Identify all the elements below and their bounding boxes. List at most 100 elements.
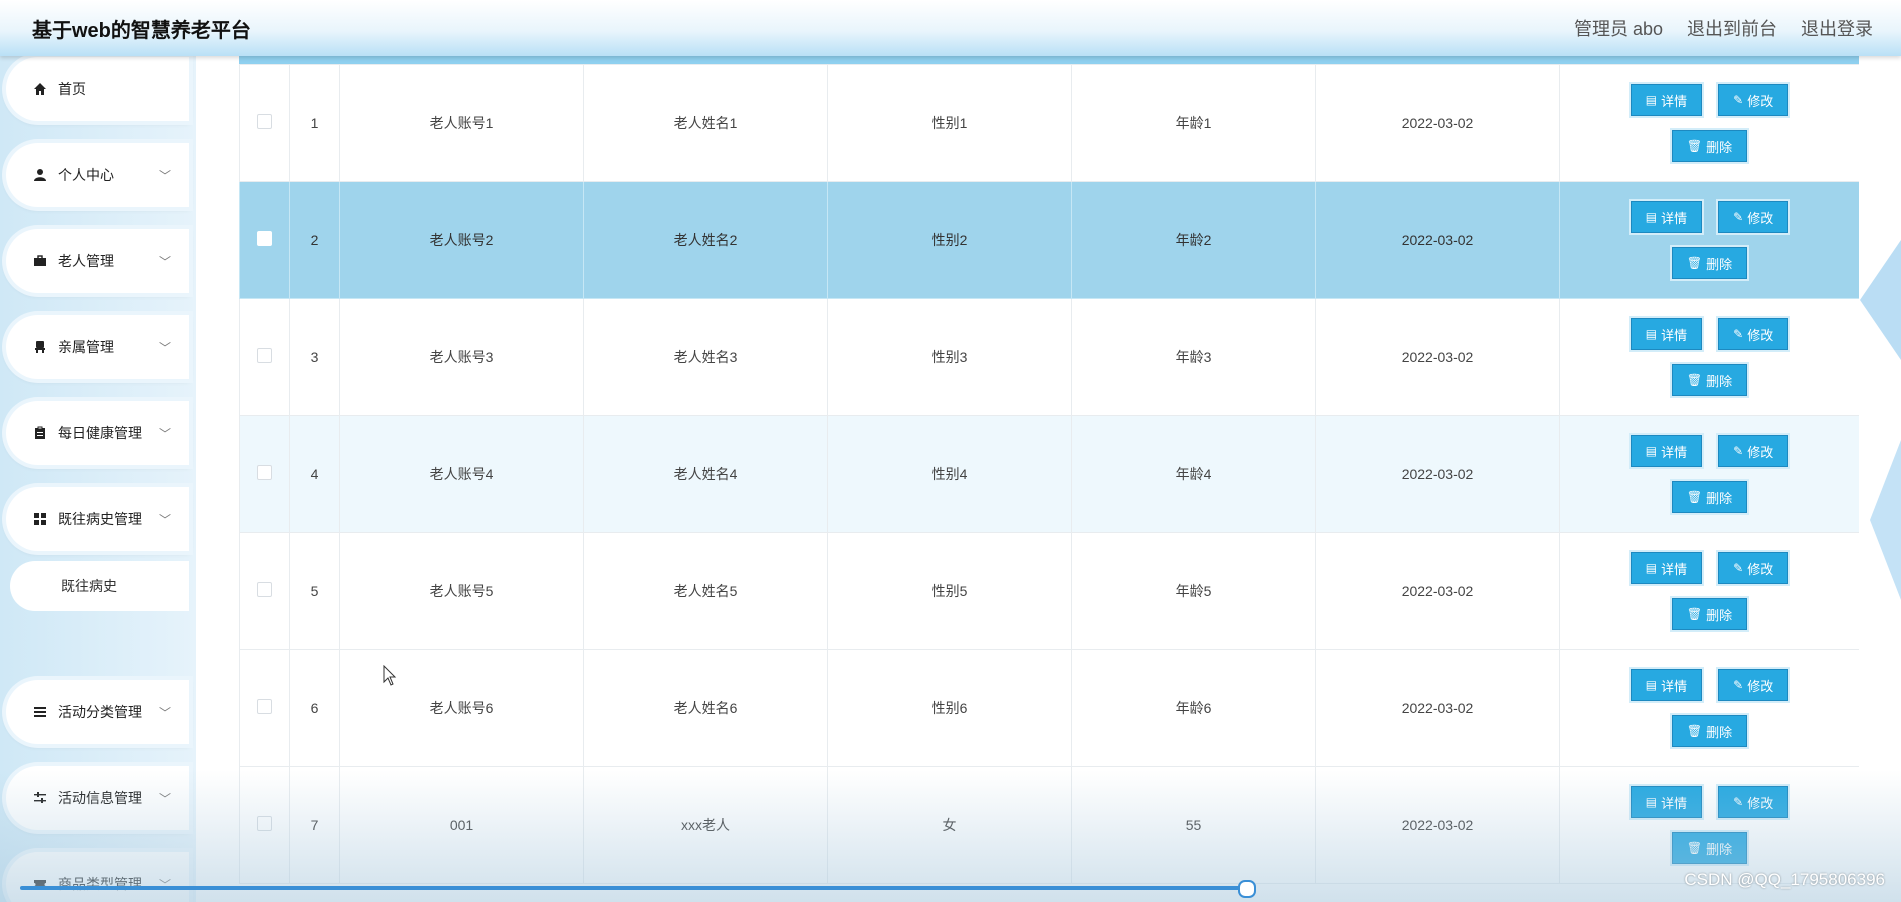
elder-account: 老人账号2 (339, 181, 584, 299)
sidebar-item-1[interactable]: 首页 (6, 57, 189, 121)
elder-gender: 性别4 (827, 415, 1072, 533)
table-row[interactable]: 6 老人账号6 老人姓名6 性别6 年龄6 2022-03-02 ▤ 详情 ✎ 修改 🗑 删除 (239, 649, 1859, 767)
elder-age: 55 (1071, 766, 1316, 884)
sidebar-subitem-medical-history[interactable]: 既往病史 (10, 561, 189, 611)
table-row[interactable]: 4 老人账号4 老人姓名4 性别4 年龄4 2022-03-02 ▤ 详情 ✎ 修改 🗑 删除 (239, 415, 1859, 533)
elder-account: 老人账号3 (339, 298, 584, 416)
row-checkbox[interactable] (257, 465, 272, 480)
edit-button[interactable]: ✎ 修改 (1718, 201, 1789, 233)
document-icon: ▤ (1645, 795, 1658, 809)
sidebar-item-4[interactable]: 亲属管理 ﹀ (6, 315, 189, 379)
edit-button[interactable]: ✎ 修改 (1718, 786, 1789, 818)
row-checkbox-cell[interactable] (239, 532, 290, 650)
delete-button[interactable]: 🗑 删除 (1671, 598, 1748, 630)
delete-button[interactable]: 🗑 删除 (1671, 130, 1748, 162)
edit-button-label: 修改 (1747, 678, 1774, 694)
edit-button-label: 修改 (1747, 93, 1774, 109)
detail-button[interactable]: ▤ 详情 (1630, 84, 1703, 116)
delete-button[interactable]: 🗑 删除 (1671, 247, 1748, 279)
detail-button[interactable]: ▤ 详情 (1630, 201, 1703, 233)
admin-user-label[interactable]: 管理员 abo (1574, 15, 1663, 41)
detail-button[interactable]: ▤ 详情 (1630, 435, 1703, 467)
clipboard-icon (32, 425, 48, 441)
video-progress-track[interactable] (20, 886, 1250, 890)
created-date: 2022-03-02 (1315, 415, 1560, 533)
row-checkbox[interactable] (257, 114, 272, 129)
sidebar-item-5[interactable]: 每日健康管理 ﹀ (6, 401, 189, 465)
row-index: 4 (289, 415, 340, 533)
created-date: 2022-03-02 (1315, 532, 1560, 650)
row-checkbox[interactable] (257, 582, 272, 597)
top-nav: 管理员 abo 退出到前台 退出登录 (1574, 15, 1873, 41)
created-date: 2022-03-02 (1315, 766, 1560, 884)
delete-button[interactable]: 🗑 删除 (1671, 364, 1748, 396)
row-checkbox-cell[interactable] (239, 298, 290, 416)
row-checkbox-cell[interactable] (239, 181, 290, 299)
chevron-down-icon: ﹀ (159, 254, 172, 269)
row-checkbox[interactable] (257, 699, 272, 714)
table-row[interactable]: 3 老人账号3 老人姓名3 性别3 年龄3 2022-03-02 ▤ 详情 ✎ 修改 🗑 删除 (239, 298, 1859, 416)
sidebar-item-label: 亲属管理 (58, 339, 114, 355)
chevron-down-icon: ﹀ (159, 426, 172, 441)
elder-gender: 性别6 (827, 649, 1072, 767)
sidebar-item-9[interactable]: 商品类型管理 ﹀ (6, 852, 189, 902)
trash-icon: 🗑 (1686, 490, 1703, 504)
video-progress-thumb[interactable] (1238, 880, 1256, 898)
back-to-front-link[interactable]: 退出到前台 (1687, 15, 1777, 41)
detail-button[interactable]: ▤ 详情 (1630, 552, 1703, 584)
table-row[interactable]: 5 老人账号5 老人姓名5 性别5 年龄5 2022-03-02 ▤ 详情 ✎ 修改 🗑 删除 (239, 532, 1859, 650)
row-checkbox[interactable] (257, 816, 272, 831)
table-row[interactable]: 2 老人账号2 老人姓名2 性别2 年龄2 2022-03-02 ▤ 详情 ✎ 修改 🗑 删除 (239, 181, 1859, 299)
delete-button-label: 删除 (1706, 841, 1733, 857)
row-checkbox-cell[interactable] (239, 766, 290, 884)
sidebar-item-label: 活动信息管理 (58, 790, 142, 806)
delete-button[interactable]: 🗑 删除 (1671, 715, 1748, 747)
chevron-down-icon: ﹀ (159, 705, 172, 720)
detail-button-label: 详情 (1661, 678, 1688, 694)
chevron-down-icon: ﹀ (159, 168, 172, 183)
row-index: 3 (289, 298, 340, 416)
edit-button[interactable]: ✎ 修改 (1718, 435, 1789, 467)
created-date: 2022-03-02 (1315, 181, 1560, 299)
edit-button[interactable]: ✎ 修改 (1718, 552, 1789, 584)
data-table-wrap: 1 老人账号1 老人姓名1 性别1 年龄1 2022-03-02 ▤ 详情 ✎ 修改 🗑 删除 2 老人账… (239, 56, 1859, 896)
elder-account: 001 (339, 766, 584, 884)
edit-button-label: 修改 (1747, 327, 1774, 343)
trash-icon: 🗑 (1686, 373, 1703, 387)
sidebar-item-8[interactable]: 活动信息管理 ﹀ (6, 766, 189, 830)
delete-button[interactable]: 🗑 删除 (1671, 832, 1748, 864)
row-checkbox-cell[interactable] (239, 64, 290, 182)
chevron-down-icon: ﹀ (159, 340, 172, 355)
grid-icon (32, 511, 48, 527)
chevron-down-icon: ﹀ (159, 512, 172, 527)
detail-button[interactable]: ▤ 详情 (1630, 318, 1703, 350)
main-content: 1 老人账号1 老人姓名1 性别1 年龄1 2022-03-02 ▤ 详情 ✎ 修改 🗑 删除 2 老人账… (196, 56, 1901, 902)
created-date: 2022-03-02 (1315, 298, 1560, 416)
pencil-icon: ✎ (1733, 795, 1744, 809)
table-row[interactable]: 7 001 xxx老人女 55 2022-03-02 ▤ 详情 ✎ 修改 🗑 删除 (239, 766, 1859, 884)
edit-button[interactable]: ✎ 修改 (1718, 669, 1789, 701)
delete-button-label: 删除 (1706, 607, 1733, 623)
detail-button[interactable]: ▤ 详情 (1630, 669, 1703, 701)
elder-account: 老人账号5 (339, 532, 584, 650)
elder-name: 老人姓名2 (583, 181, 828, 299)
elder-age: 年龄2 (1071, 181, 1316, 299)
row-checkbox[interactable] (257, 231, 272, 246)
sidebar-item-3[interactable]: 老人管理 ﹀ (6, 229, 189, 293)
list-icon (32, 704, 48, 720)
table-row[interactable]: 1 老人账号1 老人姓名1 性别1 年龄1 2022-03-02 ▤ 详情 ✎ 修改 🗑 删除 (239, 64, 1859, 182)
row-checkbox[interactable] (257, 348, 272, 363)
logout-link[interactable]: 退出登录 (1801, 15, 1873, 41)
elder-age: 年龄1 (1071, 64, 1316, 182)
sidebar-item-2[interactable]: 个人中心 ﹀ (6, 143, 189, 207)
row-checkbox-cell[interactable] (239, 415, 290, 533)
row-checkbox-cell[interactable] (239, 649, 290, 767)
sidebar-item-6[interactable]: 既往病史管理 ﹀ (6, 487, 189, 551)
mouse-cursor-icon (383, 665, 397, 686)
edit-button[interactable]: ✎ 修改 (1718, 84, 1789, 116)
sidebar-item-label: 老人管理 (58, 253, 114, 269)
edit-button[interactable]: ✎ 修改 (1718, 318, 1789, 350)
sidebar-item-7[interactable]: 活动分类管理 ﹀ (6, 680, 189, 744)
delete-button[interactable]: 🗑 删除 (1671, 481, 1748, 513)
detail-button[interactable]: ▤ 详情 (1630, 786, 1703, 818)
